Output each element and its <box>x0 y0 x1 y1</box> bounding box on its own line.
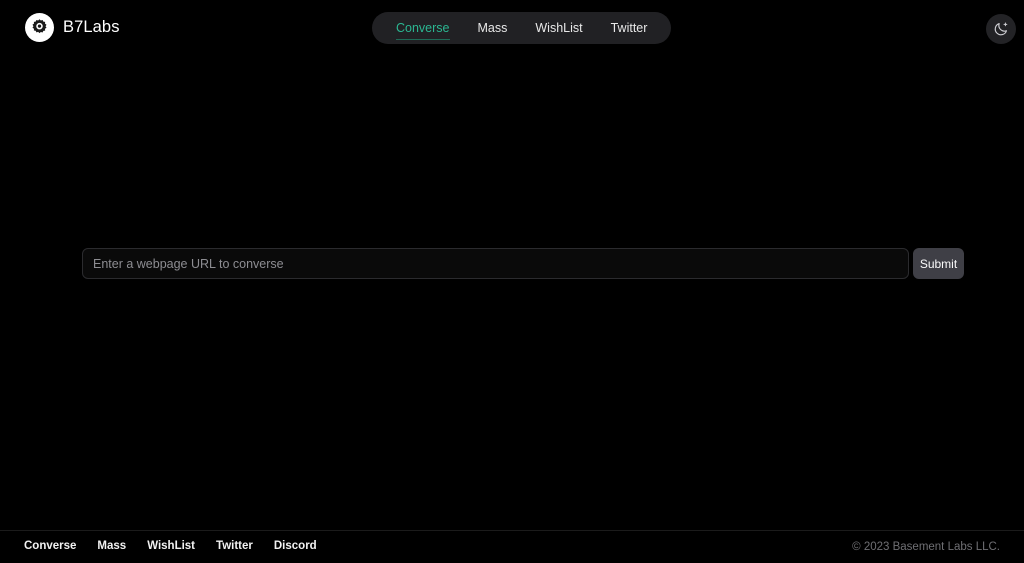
copyright-text: © 2023 Basement Labs LLC. <box>852 531 1000 563</box>
gear-icon <box>25 13 54 42</box>
url-converse-form: Submit <box>82 248 964 279</box>
footer-link-converse[interactable]: Converse <box>24 541 76 553</box>
nav-item-converse[interactable]: Converse <box>382 16 464 41</box>
url-input[interactable] <box>82 248 909 279</box>
site-header: B7Labs Converse Mass WishList Twitter <box>0 0 1024 56</box>
site-footer: Converse Mass WishList Twitter Discord ©… <box>0 530 1024 563</box>
nav-item-mass[interactable]: Mass <box>464 16 522 41</box>
footer-link-twitter[interactable]: Twitter <box>216 541 253 553</box>
theme-toggle-button[interactable] <box>986 14 1016 44</box>
main-content: Submit <box>0 56 1024 530</box>
footer-link-wishlist[interactable]: WishList <box>147 541 195 553</box>
footer-link-discord[interactable]: Discord <box>274 541 317 553</box>
brand-logo-link[interactable]: B7Labs <box>25 13 120 42</box>
nav-item-wishlist[interactable]: WishList <box>521 16 596 41</box>
footer-link-mass[interactable]: Mass <box>97 541 126 553</box>
brand-title: B7Labs <box>63 19 120 36</box>
primary-nav: Converse Mass WishList Twitter <box>372 12 671 44</box>
nav-item-twitter[interactable]: Twitter <box>597 16 662 41</box>
moon-sparkle-icon <box>993 21 1009 37</box>
footer-links: Converse Mass WishList Twitter Discord <box>24 531 317 563</box>
submit-button[interactable]: Submit <box>913 248 964 279</box>
